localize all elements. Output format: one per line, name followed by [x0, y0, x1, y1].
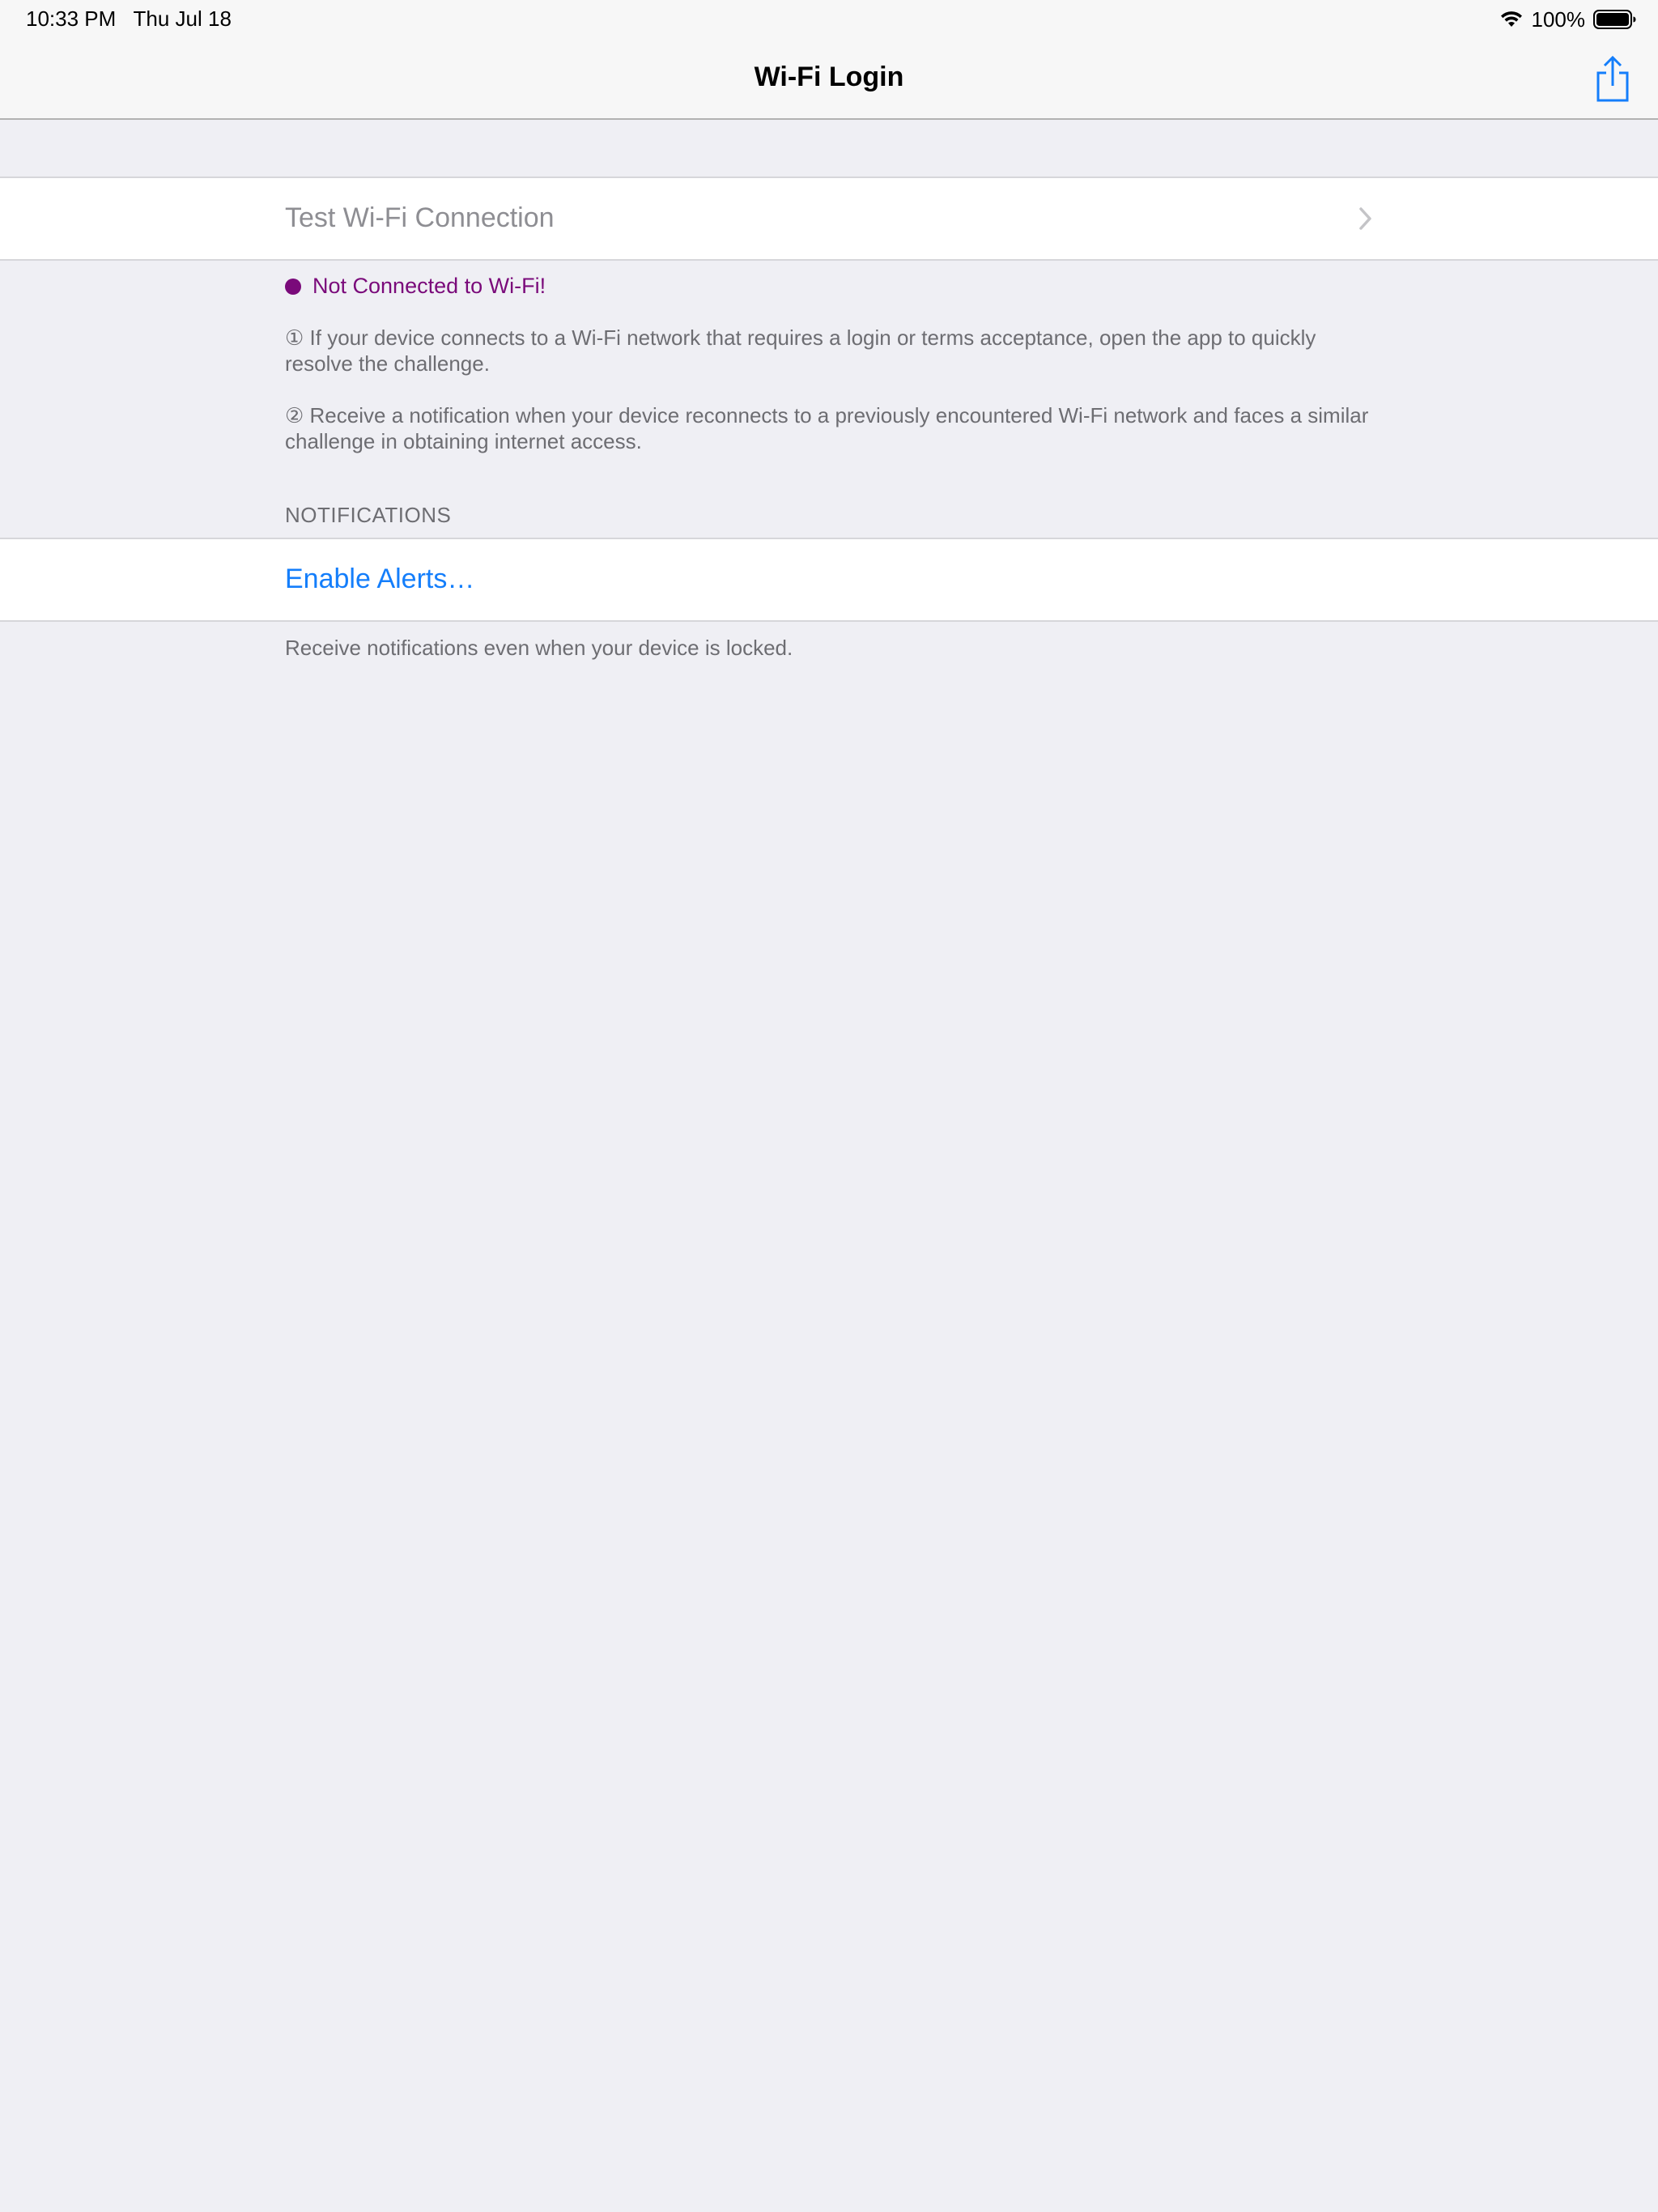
- enable-alerts-cell[interactable]: Enable Alerts…: [0, 538, 1658, 622]
- battery-icon: [1593, 9, 1637, 30]
- battery-percent: 100%: [1531, 6, 1586, 32]
- notifications-footer: Receive notifications even when your dev…: [285, 636, 793, 660]
- notifications-section-header: NOTIFICATIONS: [285, 503, 452, 527]
- enable-alerts-button[interactable]: Enable Alerts…: [285, 564, 474, 595]
- test-wifi-connection-cell[interactable]: Test Wi-Fi Connection: [0, 177, 1658, 261]
- test-wifi-connection-label: Test Wi-Fi Connection: [285, 202, 555, 233]
- status-bar-time: 10:33 PM Thu Jul 18: [26, 6, 232, 32]
- status-dot: [285, 278, 301, 295]
- status-bar-right: 100%: [1499, 6, 1638, 32]
- navigation-bar: 10:33 PM Thu Jul 18 100% Wi-Fi Login: [0, 0, 1658, 120]
- chevron-right-icon: [1357, 204, 1375, 233]
- info-item-2: ② Receive a notification when your devic…: [285, 403, 1369, 453]
- info-item-1: ① If your device connects to a Wi-Fi net…: [285, 325, 1316, 376]
- page-title: Wi-Fi Login: [754, 62, 904, 92]
- share-button[interactable]: [1593, 55, 1632, 104]
- status-date-text: Thu Jul 18: [133, 6, 232, 31]
- wifi-icon: [1499, 11, 1524, 28]
- status-time-text: 10:33 PM: [26, 6, 117, 31]
- share-icon: [1593, 55, 1632, 104]
- connection-status-text: Not Connected to Wi-Fi!: [312, 274, 546, 298]
- connection-status: Not Connected to Wi-Fi!: [285, 274, 546, 299]
